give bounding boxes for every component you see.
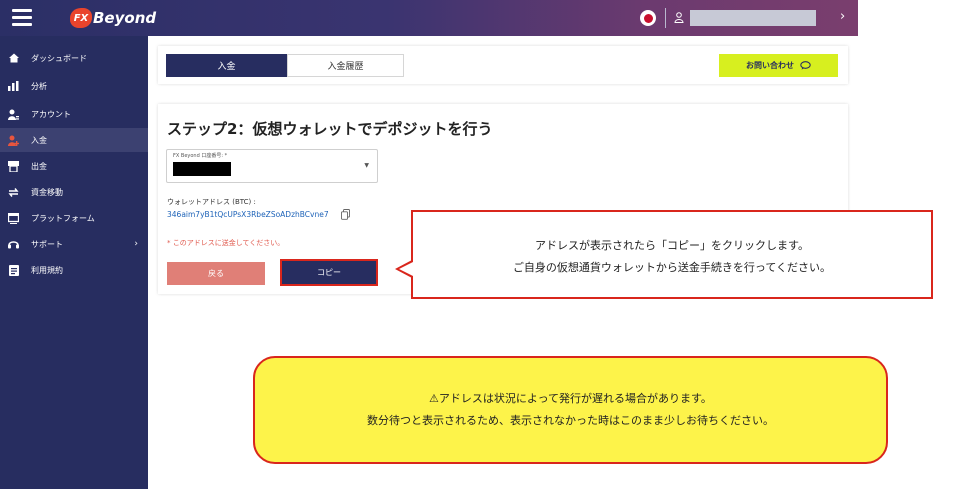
tab-deposit-history[interactable]: 入金履歴 bbox=[287, 54, 404, 77]
copy-icon[interactable] bbox=[341, 209, 350, 220]
analytics-icon bbox=[8, 81, 19, 92]
sidebar-item-label: 資金移動 bbox=[31, 187, 63, 197]
sidebar-item-label: 出金 bbox=[31, 161, 47, 171]
copy-button[interactable]: コピー bbox=[280, 259, 378, 286]
terms-icon bbox=[8, 264, 19, 276]
delay-notice: ⚠アドレスは状況によって発行が遅れる場合があります。 数分待つと表示されるため、… bbox=[253, 356, 888, 464]
sidebar-item-dashboard[interactable]: ダッシュボード bbox=[0, 46, 148, 70]
sidebar: ダッシュボード 分析 アカウント 入金 出金 資金移動 プラットフォーム サポー… bbox=[0, 36, 148, 489]
wallet-address-value[interactable]: 346aim7yB1tQcUPsX3RbeZSoADzhBCvne7 bbox=[167, 210, 329, 219]
callout-pointer-fill bbox=[399, 262, 413, 276]
sidebar-item-platform[interactable]: プラットフォーム bbox=[0, 206, 148, 230]
withdraw-icon bbox=[8, 160, 19, 172]
support-icon bbox=[8, 239, 19, 250]
sidebar-item-label: サポート bbox=[31, 239, 63, 249]
sidebar-item-label: 入金 bbox=[31, 135, 47, 145]
sidebar-item-account[interactable]: アカウント bbox=[0, 102, 148, 126]
top-bar: FX Beyond › bbox=[0, 0, 858, 36]
japan-flag-icon[interactable] bbox=[640, 10, 656, 26]
back-button[interactable]: 戻る bbox=[167, 262, 265, 285]
notice-line-2: 数分待つと表示されるため、表示されなかった時はこのまま少しお待ちください。 bbox=[367, 414, 774, 427]
sidebar-item-label: ダッシュボード bbox=[31, 53, 87, 63]
sidebar-item-label: プラットフォーム bbox=[31, 213, 95, 223]
user-icon bbox=[674, 12, 684, 23]
send-warning-text: * このアドレスに送金してください。 bbox=[167, 239, 285, 247]
sidebar-item-label: アカウント bbox=[31, 109, 71, 119]
sidebar-item-analytics[interactable]: 分析 bbox=[0, 74, 148, 98]
sidebar-item-terms[interactable]: 利用規約 bbox=[0, 258, 148, 282]
sidebar-item-withdraw[interactable]: 出金 bbox=[0, 154, 148, 178]
wallet-address-label: ウォレットアドレス (BTC) : bbox=[167, 198, 256, 206]
transfer-icon bbox=[8, 187, 19, 198]
chevron-down-icon: ▼ bbox=[364, 162, 369, 169]
account-number-redacted bbox=[173, 162, 231, 176]
account-name-redacted[interactable] bbox=[690, 10, 816, 26]
menu-icon[interactable] bbox=[12, 9, 32, 27]
logo-text: Beyond bbox=[93, 9, 157, 27]
chevron-right-icon[interactable]: › bbox=[840, 9, 845, 24]
tabs-card: 入金 入金履歴 お問い合わせ bbox=[158, 46, 848, 84]
deposit-icon bbox=[8, 135, 19, 146]
account-number-label: FX Beyond 口座番号: * bbox=[173, 153, 228, 159]
callout-line-1: アドレスが表示されたら「コピー」をクリックします。 bbox=[535, 239, 809, 252]
instruction-callout: アドレスが表示されたら「コピー」をクリックします。 ご自身の仮想通貨ウォレットか… bbox=[411, 210, 933, 299]
account-icon bbox=[8, 109, 19, 120]
sidebar-item-transfer[interactable]: 資金移動 bbox=[0, 180, 148, 204]
contact-button-label: お問い合わせ bbox=[746, 61, 794, 70]
sidebar-item-label: 分析 bbox=[31, 81, 47, 91]
platform-icon bbox=[8, 212, 19, 224]
page-title: ステップ2：仮想ウォレットでデポジットを行う bbox=[167, 120, 493, 138]
sidebar-item-label: 利用規約 bbox=[31, 265, 63, 275]
tab-deposit[interactable]: 入金 bbox=[166, 54, 287, 77]
notice-line-1: ⚠アドレスは状況によって発行が遅れる場合があります。 bbox=[429, 392, 712, 405]
contact-button[interactable]: お問い合わせ bbox=[719, 54, 838, 77]
home-icon bbox=[8, 53, 19, 64]
sidebar-item-support[interactable]: サポート › bbox=[0, 232, 148, 256]
sidebar-item-deposit[interactable]: 入金 bbox=[0, 128, 148, 152]
chat-bubble-icon bbox=[800, 61, 811, 70]
logo-mark: FX bbox=[70, 8, 92, 28]
divider bbox=[665, 8, 666, 28]
callout-line-2: ご自身の仮想通貨ウォレットから送金手続きを行ってください。 bbox=[512, 261, 832, 274]
account-number-select[interactable]: FX Beyond 口座番号: * ▼ bbox=[166, 149, 378, 183]
chevron-right-icon: › bbox=[134, 239, 138, 249]
logo[interactable]: FX Beyond bbox=[70, 7, 156, 29]
